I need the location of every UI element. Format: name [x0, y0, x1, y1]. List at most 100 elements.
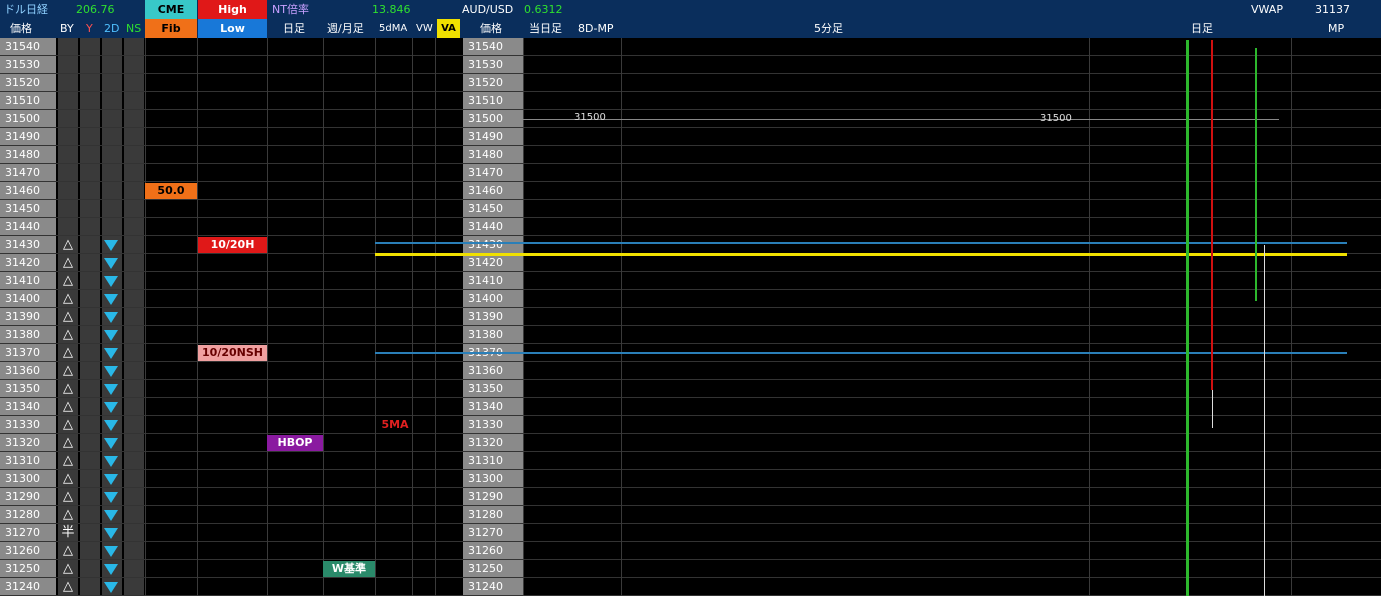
down-triangle-icon — [104, 438, 118, 449]
row-separator — [0, 181, 1381, 182]
daily-chart-header: 日足 — [1191, 22, 1213, 35]
down-triangle-icon — [104, 420, 118, 431]
price2-column-header: 価格 — [480, 22, 502, 35]
row-separator — [0, 145, 1381, 146]
column-divider — [1089, 38, 1090, 596]
buy-triangle-icon: △ — [63, 579, 73, 594]
buy-triangle-icon: △ — [63, 453, 73, 468]
nt-ratio-label: NT倍率 — [272, 3, 309, 16]
column-divider — [375, 38, 376, 596]
hbop-badge: HBOP — [267, 435, 323, 451]
buy-triangle-icon: △ — [63, 237, 73, 252]
high-tab[interactable]: High — [198, 0, 267, 19]
row-separator — [0, 289, 1381, 290]
dol-nikkei-value: 206.76 — [76, 3, 115, 16]
column-divider — [435, 38, 436, 596]
ladder-grid — [0, 38, 1381, 596]
column-divider — [267, 38, 268, 596]
daily-candle-green — [1186, 40, 1189, 596]
fib-50-badge: 50.0 — [145, 183, 197, 199]
down-triangle-icon — [104, 348, 118, 359]
audusd-value: 0.6312 — [524, 3, 563, 16]
mp-candle-green — [1255, 48, 1257, 301]
down-triangle-icon — [104, 582, 118, 593]
vw-column-header: VW — [416, 23, 433, 34]
row-separator — [0, 109, 1381, 110]
mp-chart-header: MP — [1328, 22, 1345, 35]
daily-wick-white — [1212, 390, 1213, 428]
row-separator — [0, 361, 1381, 362]
column-divider — [197, 38, 198, 596]
buy-triangle-icon: △ — [63, 435, 73, 450]
row-separator — [0, 379, 1381, 380]
row-separator — [0, 433, 1381, 434]
row-separator — [0, 271, 1381, 272]
row-separator — [0, 415, 1381, 416]
down-triangle-icon — [104, 294, 118, 305]
header-row-top: ドル日経 206.76 CME High NT倍率 13.846 AUD/USD… — [0, 0, 1381, 19]
y-column-header: Y — [86, 22, 93, 35]
down-triangle-icon — [104, 384, 118, 395]
nsh-level-line — [375, 352, 1347, 354]
row-separator — [0, 235, 1381, 236]
row-separator — [0, 163, 1381, 164]
down-triangle-icon — [104, 330, 118, 341]
daily-column-header: 日足 — [283, 22, 305, 35]
va-tab[interactable]: VA — [437, 19, 460, 38]
buy-triangle-icon: △ — [63, 309, 73, 324]
fib-tab[interactable]: Fib — [145, 19, 197, 38]
down-triangle-icon — [104, 366, 118, 377]
buy-triangle-icon: △ — [63, 345, 73, 360]
down-triangle-icon — [104, 564, 118, 575]
fivedma-column-header: 5dMA — [379, 23, 408, 34]
row-separator — [0, 91, 1381, 92]
down-triangle-icon — [104, 492, 118, 503]
fivemin-chart-header: 5分足 — [814, 22, 843, 35]
yellow-level-line — [375, 253, 1347, 256]
level-31500-label-right: 31500 — [1040, 113, 1072, 124]
vwap-label: VWAP — [1251, 3, 1283, 16]
row-separator — [0, 541, 1381, 542]
twod-column-header: 2D — [104, 22, 120, 35]
buy-triangle-icon: △ — [63, 273, 73, 288]
row-separator — [0, 217, 1381, 218]
row-separator — [0, 577, 1381, 578]
column-divider — [1291, 38, 1292, 596]
ns-column-header: NS — [126, 22, 142, 35]
mp8d-column-header: 8D-MP — [578, 22, 614, 35]
down-triangle-icon — [104, 276, 118, 287]
buy-triangle-icon: △ — [63, 327, 73, 342]
down-triangle-icon — [104, 456, 118, 467]
row-separator — [0, 343, 1381, 344]
column-divider — [523, 38, 524, 596]
level-31500-label-left: 31500 — [574, 112, 606, 123]
weekly-kijun-badge: W基準 — [323, 561, 375, 577]
row-separator — [0, 325, 1381, 326]
buy-triangle-icon: △ — [63, 363, 73, 378]
daily-candle-red — [1211, 40, 1213, 390]
high-level-line — [375, 242, 1347, 244]
down-triangle-icon — [104, 510, 118, 521]
down-triangle-icon — [104, 528, 118, 539]
nsh-1020-badge: 10/20NSH — [198, 345, 267, 361]
column-divider — [621, 38, 622, 596]
row-separator — [0, 559, 1381, 560]
low-tab[interactable]: Low — [198, 19, 267, 38]
fivema-badge: 5MA — [381, 418, 409, 431]
row-separator — [0, 505, 1381, 506]
buy-triangle-icon: △ — [63, 399, 73, 414]
high-1020-badge: 10/20H — [198, 237, 267, 253]
buy-triangle-icon: △ — [63, 507, 73, 522]
by-column-header: BY — [60, 22, 74, 35]
row-separator — [0, 55, 1381, 56]
column-divider — [145, 38, 146, 596]
header-row-columns: 価格 BY Y 2D NS Fib Low 日足 週/月足 5dMA VW VA… — [0, 19, 1381, 38]
weekly-monthly-column-header: 週/月足 — [327, 22, 364, 35]
down-triangle-icon — [104, 312, 118, 323]
price-column-header: 価格 — [10, 22, 32, 35]
cme-tab[interactable]: CME — [145, 0, 197, 19]
buy-triangle-icon: △ — [63, 489, 73, 504]
down-triangle-icon — [104, 258, 118, 269]
row-separator — [0, 307, 1381, 308]
row-separator — [0, 397, 1381, 398]
